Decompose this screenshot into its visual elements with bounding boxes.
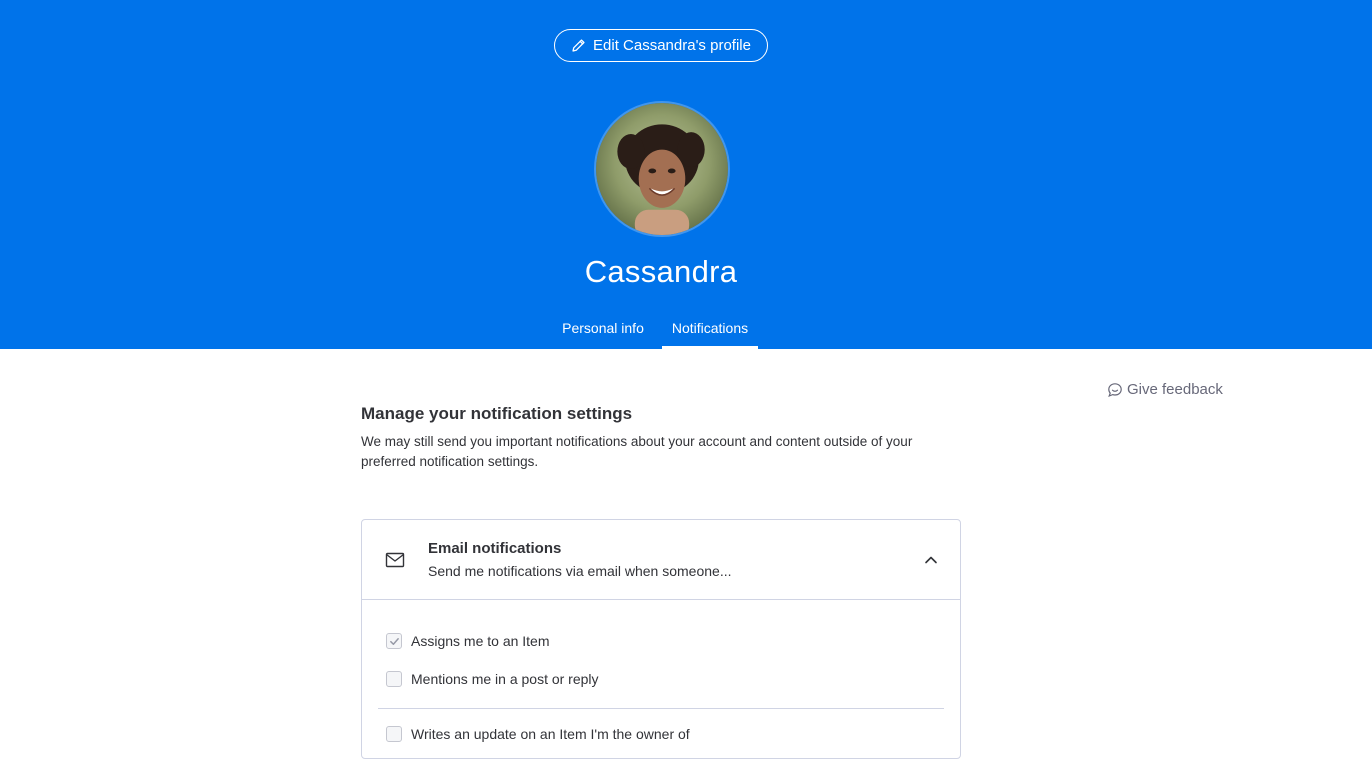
email-notifications-header[interactable]: Email notifications Send me notification… xyxy=(362,520,960,600)
checkmark-icon xyxy=(389,637,399,645)
mail-icon xyxy=(385,552,405,568)
avatar xyxy=(594,101,730,237)
option-label: Writes an update on an Item I'm the owne… xyxy=(411,726,690,742)
email-notifications-card: Email notifications Send me notification… xyxy=(361,519,961,759)
option-label: Mentions me in a post or reply xyxy=(411,671,599,687)
option-writes-update[interactable]: Writes an update on an Item I'm the owne… xyxy=(386,726,690,742)
settings-description: We may still send you important notifica… xyxy=(361,434,913,469)
option-label: Assigns me to an Item xyxy=(411,633,550,649)
edit-profile-label: Edit Cassandra's profile xyxy=(593,37,751,54)
email-notifications-subtitle: Send me notifications via email when som… xyxy=(428,563,732,579)
chevron-up-icon[interactable] xyxy=(923,553,939,567)
pencil-icon xyxy=(572,39,585,52)
chat-bubble-icon xyxy=(1108,382,1122,397)
tab-personal-info[interactable]: Personal info xyxy=(553,314,653,349)
divider xyxy=(378,708,944,709)
option-assigns-me[interactable]: Assigns me to an Item xyxy=(386,633,550,649)
email-notifications-title: Email notifications xyxy=(428,540,562,557)
give-feedback-label: Give feedback xyxy=(1127,381,1223,398)
checkbox-checked[interactable] xyxy=(386,633,402,649)
profile-name: Cassandra xyxy=(584,254,738,289)
page-title: Manage your notification settings xyxy=(361,404,633,423)
tab-notifications[interactable]: Notifications xyxy=(662,314,758,349)
checkbox-unchecked[interactable] xyxy=(386,726,402,742)
give-feedback-link[interactable]: Give feedback xyxy=(1107,381,1223,398)
edit-profile-button[interactable]: Edit Cassandra's profile xyxy=(554,29,768,62)
option-mentions-me[interactable]: Mentions me in a post or reply xyxy=(386,671,599,687)
profile-header: Edit Cassandra's profile Cassandra Perso… xyxy=(0,0,1372,349)
checkbox-unchecked[interactable] xyxy=(386,671,402,687)
profile-tabs: Personal info Notifications xyxy=(0,314,1372,349)
